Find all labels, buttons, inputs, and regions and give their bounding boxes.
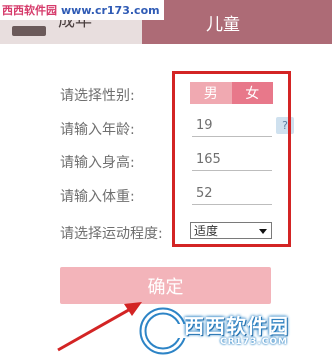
age-label: 请输入年龄: (60, 122, 135, 138)
site-logo: 西西软件园 CR173.COM (138, 306, 332, 355)
confirm-button[interactable]: 确定 (60, 267, 271, 304)
arrow-shaft (57, 305, 135, 352)
tab-child[interactable]: 儿童 (142, 0, 332, 44)
watermark-site-url: www.cr173.com (61, 3, 160, 17)
logo-url: CR173.COM (220, 337, 288, 347)
height-label: 请输入身高: (60, 155, 135, 171)
annotation-highlight-box (172, 71, 291, 247)
book-icon (12, 26, 46, 36)
site-watermark: 西西软件园 www.cr173.com (0, 0, 164, 20)
logo-text: 西西软件园 (184, 314, 289, 338)
weight-label: 请输入体重: (60, 189, 135, 205)
logo-swirl-icon (139, 307, 187, 355)
watermark-site-name: 西西软件园 (2, 4, 57, 17)
activity-label: 请选择运动程度: (60, 226, 163, 242)
gender-label: 请选择性别: (60, 88, 135, 104)
